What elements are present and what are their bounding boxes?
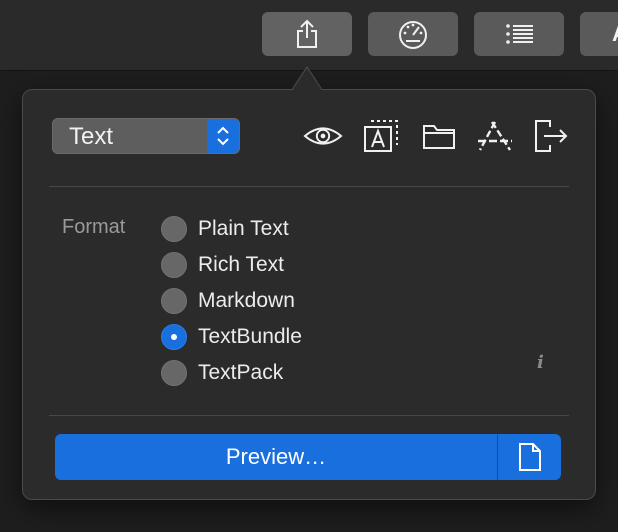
export-button[interactable]	[531, 118, 571, 154]
document-icon	[518, 443, 541, 471]
format-option-textpack[interactable]: TextPack	[161, 358, 361, 388]
select-stepper[interactable]	[207, 119, 239, 153]
share-button[interactable]	[262, 12, 352, 56]
radio-button[interactable]	[161, 360, 187, 386]
folder-button[interactable]	[419, 118, 459, 154]
format-option-label: TextBundle	[198, 325, 302, 348]
toolbar-button-partial[interactable]: A	[580, 12, 618, 56]
toolbar-partial-label: A	[612, 21, 618, 47]
text-box-button[interactable]	[361, 118, 401, 154]
divider	[49, 186, 569, 187]
text-box-icon	[364, 120, 398, 152]
format-option-label: Rich Text	[198, 253, 284, 276]
radio-button[interactable]	[161, 288, 187, 314]
format-option-markdown[interactable]: Markdown	[161, 286, 361, 316]
format-option-label: TextPack	[198, 361, 284, 384]
preview-button[interactable]: Preview…	[55, 434, 497, 480]
export-popover: Text Format Plain Text Rich Text Markdow…	[22, 89, 596, 500]
export-icon	[535, 120, 568, 152]
table-of-contents-button[interactable]	[474, 12, 564, 56]
eye-icon	[303, 127, 343, 145]
info-icon[interactable]: i	[537, 352, 544, 373]
preview-eye-button[interactable]	[303, 118, 343, 154]
radio-button-selected[interactable]	[161, 324, 187, 350]
format-option-label: Markdown	[198, 289, 295, 312]
format-option-plain-text[interactable]: Plain Text	[161, 214, 361, 244]
format-option-label: Plain Text	[198, 217, 289, 240]
export-type-select[interactable]: Text	[52, 118, 240, 154]
export-type-value: Text	[69, 123, 114, 150]
document-button[interactable]	[497, 434, 561, 480]
format-label: Format	[62, 216, 126, 238]
list-icon	[506, 24, 533, 44]
window-toolbar: A	[0, 0, 618, 71]
radio-button[interactable]	[161, 252, 187, 278]
chevron-up-down-icon	[217, 126, 229, 146]
format-option-rich-text[interactable]: Rich Text	[161, 250, 361, 280]
app-store-button[interactable]	[475, 118, 515, 154]
gauge-icon	[399, 21, 427, 49]
radio-button[interactable]	[161, 216, 187, 242]
popover-arrow-fill	[292, 68, 322, 91]
format-option-textbundle[interactable]: TextBundle	[161, 322, 361, 352]
divider	[49, 415, 569, 416]
folder-icon	[423, 125, 455, 149]
statistics-button[interactable]	[368, 12, 458, 56]
share-icon	[297, 19, 317, 48]
app-store-icon	[478, 121, 512, 151]
